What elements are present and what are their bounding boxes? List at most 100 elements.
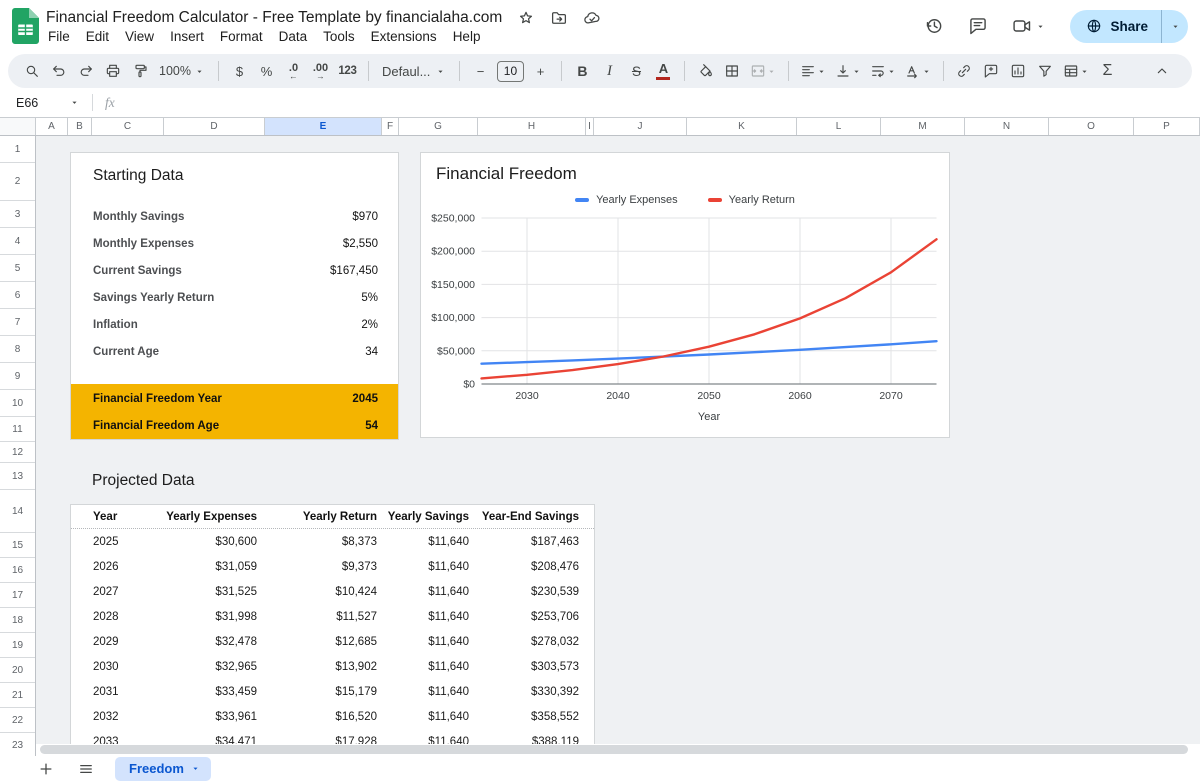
column-header-P[interactable]: P xyxy=(1134,118,1200,135)
cloud-saved-status-icon[interactable] xyxy=(583,9,601,27)
strikethrough-button[interactable]: S xyxy=(624,58,649,84)
starting-data-row[interactable]: Savings Yearly Return5% xyxy=(71,284,398,311)
text-color-button[interactable]: A xyxy=(651,58,676,84)
table-row[interactable]: 2032$33,961$16,520$11,640$358,552 xyxy=(71,704,594,729)
menu-extensions[interactable]: Extensions xyxy=(363,27,445,46)
menu-insert[interactable]: Insert xyxy=(162,27,212,46)
table-row[interactable]: 2025$30,600$8,373$11,640$187,463 xyxy=(71,529,594,554)
more-formats-button[interactable]: 123 xyxy=(335,58,360,84)
create-filter-icon[interactable] xyxy=(1033,58,1058,84)
menu-view[interactable]: View xyxy=(117,27,162,46)
row-header-22[interactable]: 22 xyxy=(0,708,35,733)
row-header-19[interactable]: 19 xyxy=(0,633,35,658)
row-header-14[interactable]: 14 xyxy=(0,490,35,533)
column-header-I[interactable]: I xyxy=(586,118,594,135)
menu-file[interactable]: File xyxy=(40,27,78,46)
row-header-10[interactable]: 10 xyxy=(0,390,35,417)
column-header-L[interactable]: L xyxy=(797,118,881,135)
document-title[interactable]: Financial Freedom Calculator - Free Temp… xyxy=(46,9,502,27)
collapse-menus-icon[interactable] xyxy=(1149,58,1174,84)
text-wrapping-button[interactable] xyxy=(867,58,900,84)
column-header-D[interactable]: D xyxy=(164,118,265,135)
share-dropdown-button[interactable] xyxy=(1161,10,1188,43)
format-currency-button[interactable]: $ xyxy=(227,58,252,84)
column-header-A[interactable]: A xyxy=(36,118,68,135)
column-header-O[interactable]: O xyxy=(1049,118,1134,135)
vertical-align-button[interactable] xyxy=(832,58,865,84)
select-all-corner[interactable] xyxy=(0,118,36,135)
row-header-3[interactable]: 3 xyxy=(0,201,35,228)
horizontal-align-button[interactable] xyxy=(797,58,830,84)
starting-data-title[interactable]: Starting Data xyxy=(93,167,183,185)
column-header-E[interactable]: E xyxy=(265,118,382,135)
sheet-grid[interactable]: Starting Data Monthly Savings$970Monthly… xyxy=(36,136,1200,744)
menu-edit[interactable]: Edit xyxy=(78,27,117,46)
row-header-15[interactable]: 15 xyxy=(0,533,35,558)
row-header-21[interactable]: 21 xyxy=(0,683,35,708)
row-header-2[interactable]: 2 xyxy=(0,163,35,201)
row-header-1[interactable]: 1 xyxy=(0,136,35,163)
column-header-B[interactable]: B xyxy=(68,118,92,135)
functions-button[interactable]: Σ xyxy=(1095,58,1120,84)
column-header-N[interactable]: N xyxy=(965,118,1049,135)
merge-cells-button[interactable] xyxy=(747,58,780,84)
table-row[interactable]: 2028$31,998$11,527$11,640$253,706 xyxy=(71,604,594,629)
row-header-11[interactable]: 11 xyxy=(0,417,35,442)
share-button[interactable]: Share xyxy=(1070,10,1188,43)
column-header-C[interactable]: C xyxy=(92,118,164,135)
table-tools-button[interactable] xyxy=(1060,58,1093,84)
row-header-5[interactable]: 5 xyxy=(0,255,35,282)
column-header-K[interactable]: K xyxy=(687,118,797,135)
italic-button[interactable]: I xyxy=(597,58,622,84)
row-header-7[interactable]: 7 xyxy=(0,309,35,336)
table-row[interactable]: 2027$31,525$10,424$11,640$230,539 xyxy=(71,579,594,604)
column-header-M[interactable]: M xyxy=(881,118,965,135)
table-row[interactable]: 2029$32,478$12,685$11,640$278,032 xyxy=(71,629,594,654)
sheet-tab-freedom[interactable]: Freedom xyxy=(115,757,211,781)
row-header-4[interactable]: 4 xyxy=(0,228,35,255)
highlight-row[interactable]: Financial Freedom Year2045 xyxy=(71,385,398,412)
sheets-logo-icon[interactable] xyxy=(12,8,39,44)
row-header-12[interactable]: 12 xyxy=(0,442,35,463)
bold-button[interactable]: B xyxy=(570,58,595,84)
menu-format[interactable]: Format xyxy=(212,27,271,46)
column-header-H[interactable]: H xyxy=(478,118,586,135)
comments-icon[interactable] xyxy=(968,16,988,36)
text-rotation-button[interactable] xyxy=(902,58,935,84)
row-header-18[interactable]: 18 xyxy=(0,608,35,633)
column-header-F[interactable]: F xyxy=(382,118,399,135)
insert-link-icon[interactable] xyxy=(952,58,977,84)
all-sheets-menu-icon[interactable] xyxy=(77,760,95,778)
star-icon[interactable] xyxy=(517,9,535,27)
borders-icon[interactable] xyxy=(720,58,745,84)
table-row[interactable]: 2033$34,471$17,928$11,640$388,119 xyxy=(71,729,594,744)
starting-data-row[interactable]: Inflation2% xyxy=(71,311,398,338)
print-icon[interactable] xyxy=(100,58,125,84)
starting-data-row[interactable]: Monthly Expenses$2,550 xyxy=(71,230,398,257)
join-call-button[interactable] xyxy=(1012,16,1046,36)
financial-freedom-chart[interactable]: Financial Freedom Yearly ExpensesYearly … xyxy=(420,152,950,438)
fill-color-icon[interactable] xyxy=(693,58,718,84)
menu-tools[interactable]: Tools xyxy=(315,27,363,46)
format-percent-button[interactable]: % xyxy=(254,58,279,84)
insert-chart-icon[interactable] xyxy=(1006,58,1031,84)
column-header-G[interactable]: G xyxy=(399,118,478,135)
projected-data-table[interactable]: YearYearly ExpensesYearly ReturnYearly S… xyxy=(70,504,595,744)
table-row[interactable]: 2030$32,965$13,902$11,640$303,573 xyxy=(71,654,594,679)
starting-data-row[interactable]: Current Savings$167,450 xyxy=(71,257,398,284)
row-header-8[interactable]: 8 xyxy=(0,336,35,363)
increase-font-size-button[interactable]: + xyxy=(528,58,553,84)
redo-icon[interactable] xyxy=(73,58,98,84)
column-header-J[interactable]: J xyxy=(594,118,687,135)
table-row[interactable]: 2026$31,059$9,373$11,640$208,476 xyxy=(71,554,594,579)
row-header-23[interactable]: 23 xyxy=(0,733,35,756)
font-size-input[interactable]: 10 xyxy=(497,61,524,82)
starting-data-row[interactable]: Current Age34 xyxy=(71,338,398,365)
undo-icon[interactable] xyxy=(46,58,71,84)
version-history-icon[interactable] xyxy=(924,16,944,36)
row-header-20[interactable]: 20 xyxy=(0,658,35,683)
table-row[interactable]: 2031$33,459$15,179$11,640$330,392 xyxy=(71,679,594,704)
paint-format-icon[interactable] xyxy=(127,58,152,84)
projected-data-title[interactable]: Projected Data xyxy=(92,472,195,490)
font-family-select[interactable]: Defaul... xyxy=(377,58,451,84)
